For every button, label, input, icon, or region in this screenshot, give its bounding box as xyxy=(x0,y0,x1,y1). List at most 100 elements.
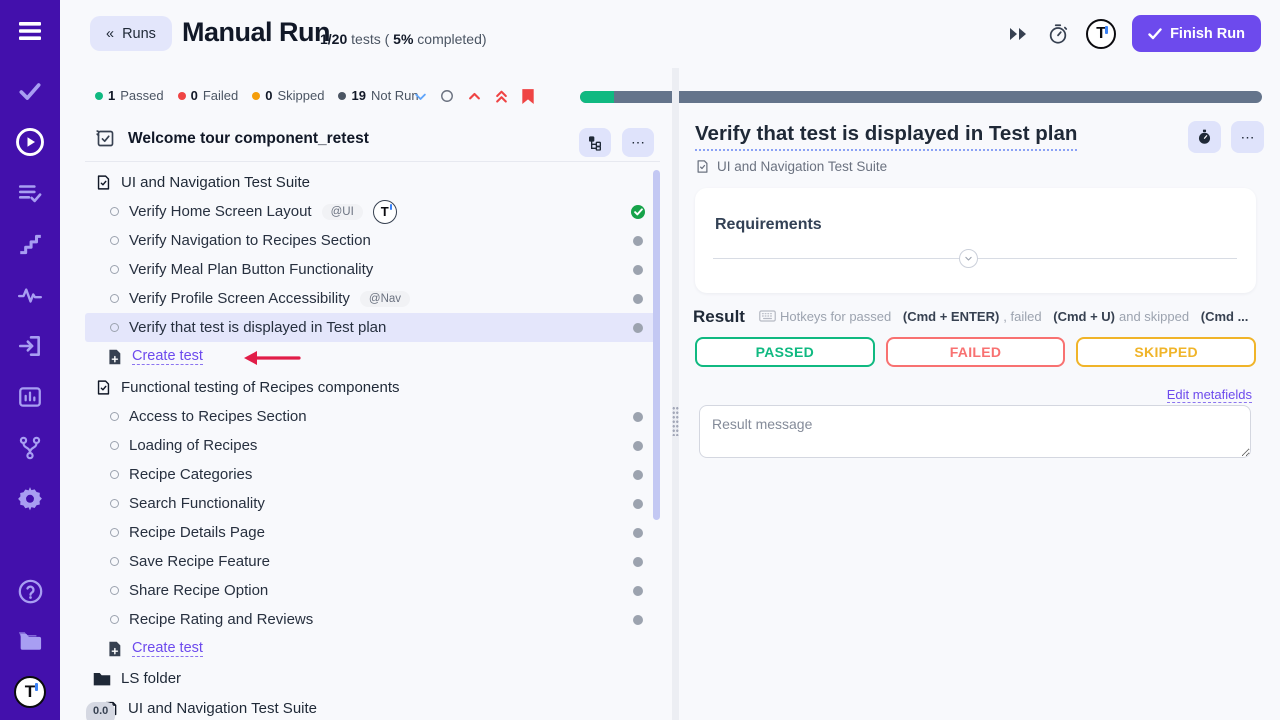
app-sidebar: T xyxy=(0,0,60,720)
tree-view-button[interactable] xyxy=(579,128,611,157)
branch-icon[interactable] xyxy=(15,433,45,463)
help-icon[interactable] xyxy=(15,576,45,606)
run-plan-title: Welcome tour component_retest xyxy=(128,130,369,148)
suite-header-partial[interactable]: 0.0 UI and Navigation Test Suite xyxy=(85,694,660,720)
back-to-runs-button[interactable]: « Runs xyxy=(90,16,172,51)
test-detail-panel: Verify that test is displayed in Test pl… xyxy=(679,110,1280,720)
file-plus-icon xyxy=(107,349,122,365)
check-icon[interactable] xyxy=(15,76,45,106)
activity-icon[interactable] xyxy=(15,280,45,310)
failed-button[interactable]: FAILED xyxy=(886,337,1066,367)
chevron-up-filter-icon[interactable] xyxy=(466,88,482,104)
user-logo-icon[interactable]: T xyxy=(1086,19,1116,49)
red-arrow-annotation xyxy=(243,350,301,366)
tree-scrollbar[interactable] xyxy=(653,170,660,520)
create-test-link[interactable]: Create test xyxy=(132,640,203,657)
test-marker-icon xyxy=(110,294,119,303)
finish-run-button[interactable]: Finish Run xyxy=(1132,15,1261,52)
test-marker-icon xyxy=(110,207,119,216)
requirements-collapse-toggle[interactable] xyxy=(959,249,978,268)
suite-header[interactable]: UI and Navigation Test Suite xyxy=(85,168,660,197)
play-circle-icon[interactable] xyxy=(15,127,45,157)
test-more-button[interactable]: ⋯ xyxy=(1231,121,1264,153)
count-badge: 0.0 xyxy=(86,702,115,720)
menu-icon[interactable] xyxy=(15,16,45,46)
test-row[interactable]: Recipe Details Page xyxy=(85,518,660,547)
test-row[interactable]: Verify Home Screen Layout @UI T xyxy=(85,197,660,226)
test-row[interactable]: Verify Meal Plan Button Functionality xyxy=(85,255,660,284)
run-checklist-icon xyxy=(95,128,116,149)
test-timer-button[interactable] xyxy=(1188,121,1221,153)
test-row[interactable]: Search Functionality xyxy=(85,489,660,518)
double-chevron-up-filter-icon[interactable] xyxy=(493,88,509,104)
test-marker-icon xyxy=(110,412,119,421)
test-marker-icon xyxy=(110,615,119,624)
test-row[interactable]: Recipe Categories xyxy=(85,460,660,489)
requirements-card: Requirements xyxy=(695,188,1256,293)
tests-word: tests ( xyxy=(351,31,389,47)
test-row[interactable]: Loading of Recipes xyxy=(85,431,660,460)
status-notrun-icon xyxy=(633,470,643,480)
edit-metafields-link[interactable]: Edit metafields xyxy=(1167,387,1252,403)
test-marker-icon xyxy=(110,528,119,537)
status-notrun-icon xyxy=(633,441,643,451)
test-marker-icon xyxy=(110,557,119,566)
folder-icon[interactable] xyxy=(15,626,45,656)
passed-button[interactable]: PASSED xyxy=(695,337,875,367)
page-title: Manual Run xyxy=(182,17,330,48)
skipped-dot xyxy=(252,92,260,100)
tag-badge: @UI xyxy=(322,204,363,220)
requirements-title: Requirements xyxy=(715,216,822,234)
steps-icon[interactable] xyxy=(15,229,45,259)
panel-more-button[interactable]: ⋯ xyxy=(622,128,654,157)
chevron-down-filter-icon[interactable] xyxy=(412,88,428,104)
test-row[interactable]: Verify Navigation to Recipes Section xyxy=(85,226,660,255)
test-marker-icon xyxy=(110,236,119,245)
gear-icon[interactable] xyxy=(15,484,45,514)
test-row-selected[interactable]: Verify that test is displayed in Test pl… xyxy=(85,313,660,342)
test-row[interactable]: Recipe Rating and Reviews xyxy=(85,605,660,634)
circle-filter-icon[interactable] xyxy=(439,88,455,104)
test-row[interactable]: Verify Profile Screen Accessibility @Nav xyxy=(85,284,660,313)
create-test-link[interactable]: Create test xyxy=(132,348,203,365)
folder-icon xyxy=(93,671,111,687)
test-detail-title[interactable]: Verify that test is displayed in Test pl… xyxy=(695,122,1077,151)
back-label: Runs xyxy=(122,26,156,42)
sign-in-icon[interactable] xyxy=(15,331,45,361)
status-passed-icon xyxy=(631,205,645,219)
status-notrun-icon xyxy=(633,236,643,246)
test-row[interactable]: Share Recipe Option xyxy=(85,576,660,605)
failed-counter: 0Failed xyxy=(178,88,239,103)
keyboard-icon xyxy=(759,310,776,322)
splitter-grip-icon[interactable] xyxy=(672,406,679,436)
passed-dot xyxy=(95,92,103,100)
status-notrun-icon xyxy=(633,412,643,422)
status-notrun-icon xyxy=(633,323,643,333)
skipped-button[interactable]: SKIPPED xyxy=(1076,337,1256,367)
test-row[interactable]: Access to Recipes Section xyxy=(85,402,660,431)
app-logo-icon[interactable]: T xyxy=(14,676,46,708)
suite-header[interactable]: Functional testing of Recipes components xyxy=(85,373,660,402)
hotkeys-hint: Hotkeys for passed (Cmd + ENTER) , faile… xyxy=(759,309,1248,324)
folder-row[interactable]: LS folder xyxy=(85,663,660,694)
bar-chart-icon[interactable] xyxy=(15,382,45,412)
suite-doc-icon xyxy=(95,379,112,396)
status-counters: 1Passed 0Failed 0Skipped 19Not Run xyxy=(95,88,419,103)
status-notrun-icon xyxy=(633,528,643,538)
timer-icon[interactable] xyxy=(1046,22,1070,46)
status-notrun-icon xyxy=(633,265,643,275)
fast-forward-icon[interactable] xyxy=(1006,22,1030,46)
test-row[interactable]: Save Recipe Feature xyxy=(85,547,660,576)
status-notrun-icon xyxy=(633,557,643,567)
back-chevron-icon: « xyxy=(106,26,114,42)
test-tree: UI and Navigation Test Suite Verify Home… xyxy=(85,168,660,720)
result-message-input[interactable] xyxy=(699,405,1251,458)
chevron-down-icon xyxy=(964,254,973,263)
bookmark-filter-icon[interactable] xyxy=(520,88,536,104)
suite-doc-icon xyxy=(95,174,112,191)
tag-badge: @Nav xyxy=(360,291,410,307)
list-check-icon[interactable] xyxy=(15,178,45,208)
panel-splitter[interactable] xyxy=(672,68,679,720)
test-marker-icon xyxy=(110,470,119,479)
status-notrun-icon xyxy=(633,615,643,625)
